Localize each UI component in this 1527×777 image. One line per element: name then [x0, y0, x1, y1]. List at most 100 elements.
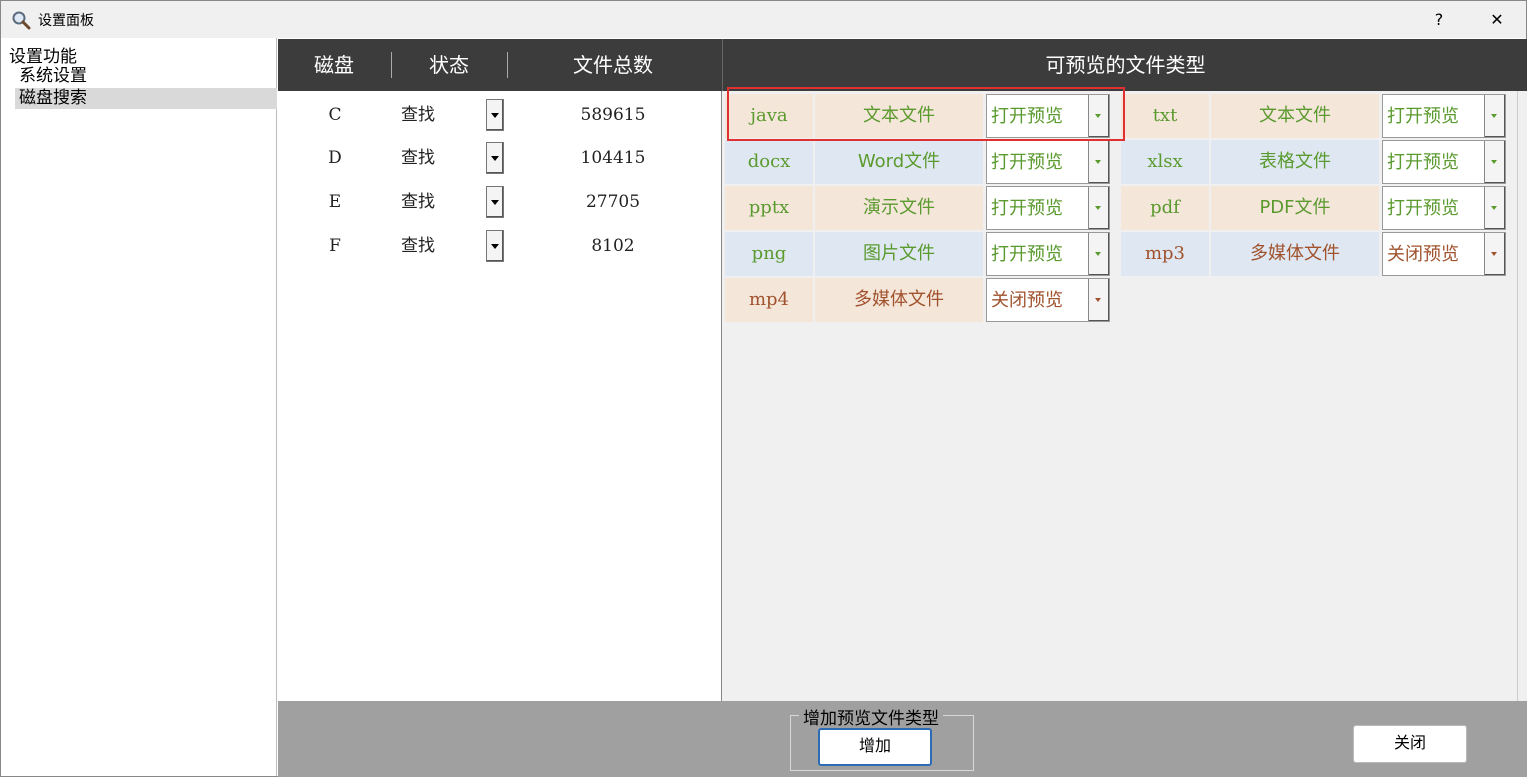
preview-state-select[interactable]: 打开预览 [1382, 186, 1506, 230]
file-type-description: 表格文件 [1211, 140, 1379, 184]
preview-types-header: 可预览的文件类型 [722, 39, 1527, 91]
magnifier-icon [11, 10, 31, 30]
file-type-description: 多媒体文件 [815, 278, 983, 322]
file-type-extension: docx [725, 140, 813, 184]
status-select-value[interactable]: 查找 [388, 97, 448, 133]
preview-types-grid: java 文本文件 打开预览 txt 文本文件 打开预览 docx Word文件 打开预览 xls… [722, 91, 1527, 701]
preview-state-value: 关闭预览 [991, 290, 1063, 311]
preview-state-value: 打开预览 [991, 106, 1063, 127]
preview-state-value: 打开预览 [1387, 198, 1459, 219]
table-row: F 查找 8102 [278, 228, 722, 264]
preview-state-value: 关闭预览 [1387, 244, 1459, 265]
preview-state-value: 打开预览 [991, 152, 1063, 173]
status-dropdown-button[interactable] [486, 230, 504, 262]
file-count: 104415 [580, 148, 646, 168]
preview-state-value: 打开预览 [1387, 106, 1459, 127]
preview-state-dropdown-button[interactable] [1088, 95, 1109, 137]
preview-state-dropdown-button[interactable] [1088, 233, 1109, 275]
title-bar: 设置面板 ? ✕ [1, 1, 1526, 38]
status-dropdown-button[interactable] [486, 142, 504, 174]
file-type-extension: java [725, 94, 813, 138]
file-count: 8102 [591, 236, 635, 256]
preview-state-select[interactable]: 关闭预览 [986, 278, 1110, 322]
preview-state-select[interactable]: 打开预览 [986, 94, 1110, 138]
file-type-extension: txt [1121, 94, 1209, 138]
preview-state-value: 打开预览 [1387, 152, 1459, 173]
file-type-description: Word文件 [815, 140, 983, 184]
file-type-description: 演示文件 [815, 186, 983, 230]
file-type-extension: mp3 [1121, 232, 1209, 276]
preview-state-dropdown-button[interactable] [1484, 187, 1505, 229]
add-button[interactable]: 增加 [818, 728, 932, 766]
file-type-description: 图片文件 [815, 232, 983, 276]
preview-state-dropdown-button[interactable] [1484, 141, 1505, 183]
disk-letter: D [328, 148, 342, 168]
file-count: 589615 [580, 105, 646, 125]
chevron-down-icon [491, 200, 499, 205]
footer-bar: 增加预览文件类型 增加 关闭 [278, 701, 1527, 777]
preview-state-select[interactable]: 关闭预览 [1382, 232, 1506, 276]
status-select-value[interactable]: 查找 [388, 184, 448, 220]
status-select-value[interactable]: 查找 [388, 140, 448, 176]
chevron-down-icon [1095, 160, 1101, 164]
file-type-extension: pdf [1121, 186, 1209, 230]
sidebar-item-system-settings[interactable]: 系统设置 [15, 66, 277, 87]
close-button[interactable]: 关闭 [1353, 725, 1467, 763]
disk-letter: C [328, 105, 342, 125]
header-preview-types: 可预览的文件类型 [1045, 53, 1206, 77]
disk-table-header: 磁盘 状态 文件总数 [278, 39, 722, 91]
preview-state-value: 打开预览 [991, 244, 1063, 265]
file-type-extension: png [725, 232, 813, 276]
table-row: D 查找 104415 [278, 140, 722, 176]
settings-sidebar: 设置功能 系统设置 磁盘搜索 [1, 38, 277, 776]
chevron-down-icon [1095, 206, 1101, 210]
header-file-count: 文件总数 [573, 53, 653, 77]
help-button[interactable]: ? [1424, 7, 1454, 33]
status-dropdown-button[interactable] [486, 99, 504, 131]
preview-state-dropdown-button[interactable] [1484, 95, 1505, 137]
close-window-button[interactable]: ✕ [1482, 7, 1512, 33]
header-disk: 磁盘 [314, 53, 354, 77]
chevron-down-icon [1095, 114, 1101, 118]
chevron-down-icon [1491, 252, 1497, 256]
chevron-down-icon [491, 244, 499, 249]
file-type-extension: pptx [725, 186, 813, 230]
vertical-scrollbar[interactable] [1517, 91, 1527, 701]
preview-state-value: 打开预览 [991, 198, 1063, 219]
window-title: 设置面板 [38, 13, 94, 29]
preview-state-select[interactable]: 打开预览 [986, 186, 1110, 230]
status-dropdown-button[interactable] [486, 186, 504, 218]
file-type-description: PDF文件 [1211, 186, 1379, 230]
table-row: E 查找 27705 [278, 184, 722, 220]
sidebar-root-label: 设置功能 [9, 47, 77, 67]
disk-table: C 查找 589615 D 查找 104415 E 查找 27705 F 查找 … [278, 91, 722, 701]
chevron-down-icon [1491, 114, 1497, 118]
table-row: C 查找 589615 [278, 97, 722, 133]
file-type-description: 文本文件 [815, 94, 983, 138]
preview-state-dropdown-button[interactable] [1088, 141, 1109, 183]
file-type-description: 文本文件 [1211, 94, 1379, 138]
preview-state-select[interactable]: 打开预览 [1382, 140, 1506, 184]
file-type-extension: xlsx [1121, 140, 1209, 184]
chevron-down-icon [491, 113, 499, 118]
preview-state-select[interactable]: 打开预览 [986, 140, 1110, 184]
header-status: 状态 [429, 53, 469, 77]
preview-state-dropdown-button[interactable] [1088, 187, 1109, 229]
chevron-down-icon [1095, 252, 1101, 256]
file-type-extension: mp4 [725, 278, 813, 322]
status-select-value[interactable]: 查找 [388, 228, 448, 264]
disk-letter: F [329, 236, 341, 256]
chevron-down-icon [1491, 206, 1497, 210]
chevron-down-icon [1095, 298, 1101, 302]
add-type-group-label: 增加预览文件类型 [799, 704, 943, 729]
sidebar-item-disk-search[interactable]: 磁盘搜索 [15, 88, 277, 109]
file-type-description: 多媒体文件 [1211, 232, 1379, 276]
file-count: 27705 [585, 192, 641, 212]
preview-state-dropdown-button[interactable] [1088, 279, 1109, 321]
chevron-down-icon [491, 156, 499, 161]
preview-state-select[interactable]: 打开预览 [986, 232, 1110, 276]
disk-letter: E [328, 192, 342, 212]
preview-state-dropdown-button[interactable] [1484, 233, 1505, 275]
settings-window: 设置面板 ? ✕ 设置功能 系统设置 磁盘搜索 磁盘 状态 文件总数 可预览的文… [0, 0, 1527, 777]
preview-state-select[interactable]: 打开预览 [1382, 94, 1506, 138]
